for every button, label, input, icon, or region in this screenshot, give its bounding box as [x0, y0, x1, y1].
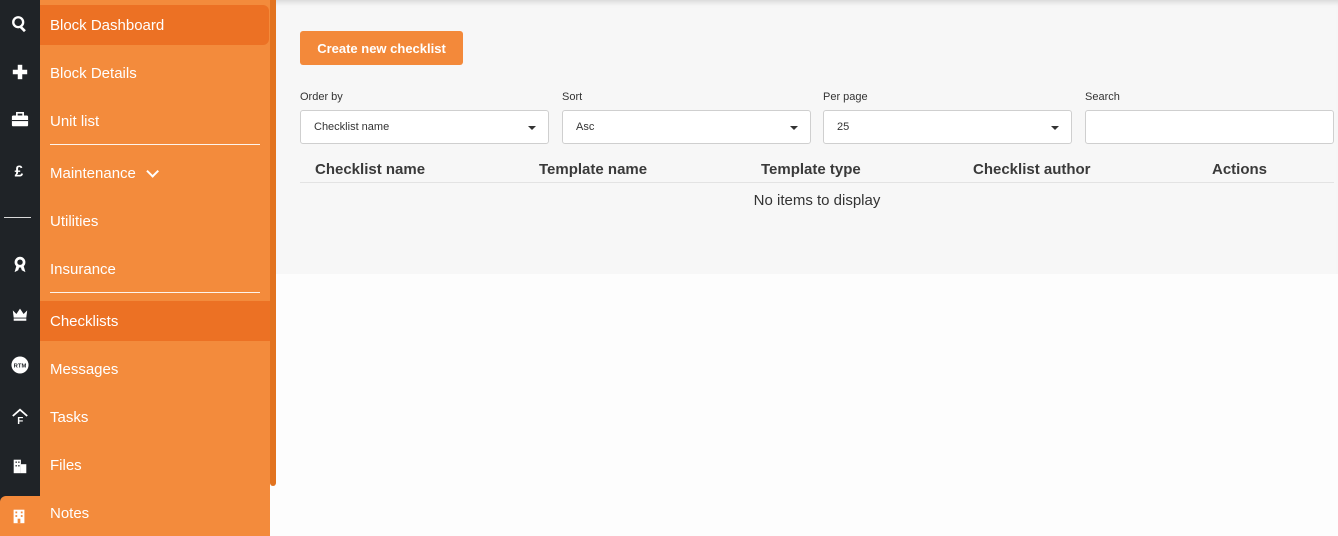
chevron-down-icon — [146, 164, 159, 178]
office-icon[interactable] — [0, 496, 44, 536]
sidebar: Block Dashboard Block Details Unit list … — [40, 0, 270, 536]
create-checklist-button[interactable]: Create new checklist — [300, 31, 463, 65]
sidebar-item-files[interactable]: Files — [40, 445, 270, 485]
svg-text:£: £ — [15, 163, 24, 179]
column-header-template-name[interactable]: Template name — [539, 161, 647, 178]
caret-down-icon — [528, 126, 536, 130]
sidebar-divider — [50, 292, 260, 293]
sidebar-item-maintenance[interactable]: Maintenance — [40, 153, 270, 193]
sidebar-item-notes[interactable]: Notes — [40, 493, 270, 533]
sidebar-item-label: Tasks — [50, 408, 89, 426]
per-page-label: Per page — [823, 91, 868, 103]
sidebar-item-unit-list[interactable]: Unit list — [40, 101, 270, 141]
sidebar-item-label: Block Details — [50, 64, 137, 82]
sidebar-item-label: Files — [50, 456, 82, 474]
sidebar-item-messages[interactable]: Messages — [40, 349, 270, 389]
sort-label: Sort — [562, 91, 583, 103]
column-header-checklist-name[interactable]: Checklist name — [315, 161, 425, 178]
rtm-icon-text: RTM — [14, 363, 27, 369]
per-page-value: 25 — [837, 121, 850, 133]
table-header-divider — [300, 182, 1334, 183]
order-by-select[interactable]: Checklist name — [300, 110, 549, 144]
pound-icon[interactable]: £ — [0, 150, 40, 190]
column-header-checklist-author[interactable]: Checklist author — [973, 161, 1091, 178]
sidebar-item-tasks[interactable]: Tasks — [40, 397, 270, 437]
caret-down-icon — [1051, 126, 1059, 130]
rtm-icon[interactable]: RTM — [0, 345, 40, 385]
column-header-template-type[interactable]: Template type — [761, 161, 861, 178]
sidebar-divider — [50, 144, 260, 145]
badge-icon[interactable] — [0, 244, 40, 284]
rail-divider — [4, 217, 31, 218]
per-page-select[interactable]: 25 — [823, 110, 1072, 144]
caret-down-icon — [790, 126, 798, 130]
plus-icon[interactable] — [0, 52, 40, 92]
empty-table-message: No items to display — [753, 192, 881, 209]
sidebar-item-label: Unit list — [50, 112, 100, 130]
svg-text:F: F — [17, 416, 23, 425]
sidebar-item-checklists[interactable]: Checklists — [40, 301, 270, 341]
sort-value: Asc — [576, 121, 595, 133]
sidebar-item-block-dashboard[interactable]: Block Dashboard — [40, 5, 269, 45]
search-icon[interactable] — [0, 4, 40, 44]
order-by-value: Checklist name — [314, 121, 390, 133]
house-f-icon[interactable]: F — [0, 396, 40, 436]
sidebar-item-label: Block Dashboard — [50, 16, 165, 34]
sidebar-item-label: Checklists — [50, 312, 119, 330]
briefcase-icon[interactable] — [0, 100, 40, 140]
sidebar-item-label: Notes — [50, 504, 90, 522]
column-header-actions: Actions — [1212, 161, 1268, 178]
sidebar-item-label: Messages — [50, 360, 119, 378]
crown-icon[interactable] — [0, 294, 40, 334]
icon-rail: £ RTM F — [0, 0, 44, 536]
sort-select[interactable]: Asc — [562, 110, 811, 144]
sidebar-item-label: Insurance — [50, 260, 116, 278]
sidebar-item-label: Maintenance — [50, 164, 136, 182]
building-icon[interactable] — [0, 446, 40, 486]
search-input[interactable] — [1085, 110, 1334, 144]
sidebar-item-label: Utilities — [50, 212, 99, 230]
sidebar-item-utilities[interactable]: Utilities — [40, 201, 270, 241]
sidebar-item-insurance[interactable]: Insurance — [40, 249, 270, 289]
search-label: Search — [1085, 91, 1120, 103]
order-by-label: Order by — [300, 91, 343, 103]
sidebar-item-block-details[interactable]: Block Details — [40, 53, 270, 93]
